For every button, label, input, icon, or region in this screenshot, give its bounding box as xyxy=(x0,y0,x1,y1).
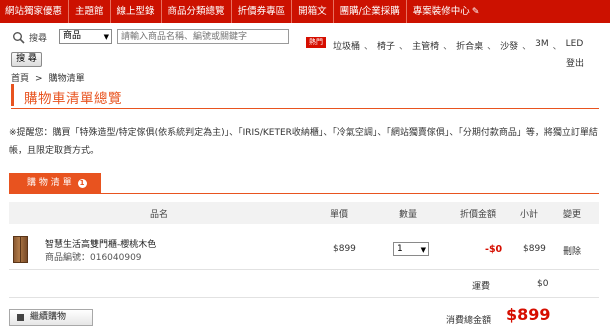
continue-shopping-button[interactable]: 繼續購物 xyxy=(9,309,93,326)
discount-amount: -$0 xyxy=(485,244,503,255)
breadcrumb-current: 購物清單 xyxy=(48,74,85,84)
tab-shopping-list[interactable]: 購 物 清 單 1 xyxy=(9,173,101,194)
square-icon xyxy=(17,314,24,321)
tab-shopping-list-label: 購 物 清 單 xyxy=(27,178,72,188)
hot-link-chair[interactable]: 椅子 xyxy=(377,39,395,52)
header-subtotal: 小計 xyxy=(520,210,539,220)
nav-item-renovation[interactable]: 專案裝修中心 ✎ xyxy=(407,0,486,23)
separator: 、 xyxy=(522,42,532,52)
shipping-label: 運費 xyxy=(472,282,491,292)
continue-shopping-label: 繼續購物 xyxy=(30,312,67,322)
nav-item-categories[interactable]: 商品分類總覽 xyxy=(162,0,232,23)
row-divider xyxy=(9,269,599,270)
search-button[interactable]: 搜 尋 xyxy=(11,52,42,67)
product-code: 商品編號：016040909 xyxy=(45,253,142,263)
nav-item-coupons[interactable]: 折價券專區 xyxy=(232,0,293,23)
logout-link[interactable]: 登出 xyxy=(566,56,584,69)
search-icon xyxy=(13,32,25,44)
dropdown-arrow-icon: ▼ xyxy=(420,246,426,254)
hot-link-3m[interactable]: 3M xyxy=(535,39,549,52)
cart-count-badge: 1 xyxy=(77,179,87,188)
header-price: 單價 xyxy=(330,210,349,220)
page-title: 購物車清單總覽 xyxy=(24,91,122,107)
hot-link-trash-can[interactable]: 垃圾桶 xyxy=(333,39,360,52)
search-input[interactable] xyxy=(117,29,289,44)
search-row: 搜尋 商品▼ 熱門 垃圾桶、 椅子、 主管椅、 折合桌、 沙發、 3M、 LED xyxy=(0,27,610,52)
top-navigation: 網站獨家優惠 主題館 線上型錄 商品分類總覽 折價券專區 開箱文 團購/企業採購… xyxy=(0,0,610,23)
nav-item-theme[interactable]: 主題館 xyxy=(69,0,111,23)
title-accent-bar xyxy=(11,84,14,106)
header-change: 變更 xyxy=(563,210,582,220)
hot-keywords: 垃圾桶、 椅子、 主管椅、 折合桌、 沙發、 3M、 LED xyxy=(333,39,583,52)
tab-divider xyxy=(9,193,599,194)
nav-item-exclusive-deals[interactable]: 網站獨家優惠 xyxy=(0,0,70,23)
search-label: 搜尋 xyxy=(29,34,48,44)
item-subtotal: $899 xyxy=(523,244,546,254)
separator: 、 xyxy=(399,42,409,52)
header-qty: 數量 xyxy=(399,210,418,220)
notice-text: ※提醒您：購買「特殊造型/特定傢俱(依系統判定為主)」、「IRIS/KETER收… xyxy=(9,128,598,156)
header-name: 品名 xyxy=(150,210,169,220)
header-discount: 折價金額 xyxy=(460,210,497,220)
product-thumbnail[interactable] xyxy=(13,236,28,263)
hot-link-sofa[interactable]: 沙發 xyxy=(500,39,518,52)
nav-item-unboxing[interactable]: 開箱文 xyxy=(292,0,334,23)
separator: 、 xyxy=(487,42,497,52)
table-row: 智慧生活高雙門櫃-櫻桃木色 商品編號：016040909 $899 1 ▼ -$0… xyxy=(9,230,599,268)
dropdown-arrow-icon: ▼ xyxy=(103,33,109,41)
hot-link-led[interactable]: LED xyxy=(566,39,584,52)
quantity-select[interactable]: 1 ▼ xyxy=(393,242,429,256)
unit-price: $899 xyxy=(333,244,356,254)
delete-link[interactable]: 刪除 xyxy=(563,244,581,257)
pencil-icon: ✎ xyxy=(471,7,480,17)
nav-item-catalog[interactable]: 線上型錄 xyxy=(111,0,162,23)
breadcrumb-home[interactable]: 首頁 xyxy=(11,74,29,84)
breadcrumb: 首頁 > 購物清單 xyxy=(11,71,85,84)
nav-item-renovation-label: 專案裝修中心 xyxy=(412,6,470,17)
separator: 、 xyxy=(443,42,453,52)
search-category-select[interactable]: 商品 ▼ xyxy=(59,29,112,44)
shipping-value: $0 xyxy=(537,279,549,289)
quantity-value: 1 xyxy=(397,244,403,254)
total-amount: $899 xyxy=(506,305,551,324)
shipping-divider xyxy=(9,297,599,298)
hot-badge: 熱門 xyxy=(306,37,326,48)
product-name-link[interactable]: 智慧生活高雙門櫃-櫻桃木色 xyxy=(45,237,156,250)
separator: 、 xyxy=(364,42,374,52)
hot-link-office-chair[interactable]: 主管椅 xyxy=(412,39,439,52)
nav-item-group-buy[interactable]: 團購/企業採購 xyxy=(334,0,407,23)
title-divider xyxy=(11,108,599,109)
hot-link-folding-table[interactable]: 折合桌 xyxy=(456,39,483,52)
total-label: 消費總金額 xyxy=(446,316,492,326)
separator: 、 xyxy=(552,42,562,52)
breadcrumb-separator: > xyxy=(35,74,43,84)
search-category-value: 商品 xyxy=(63,31,82,41)
table-header: 品名 單價 數量 折價金額 小計 變更 xyxy=(9,202,599,224)
